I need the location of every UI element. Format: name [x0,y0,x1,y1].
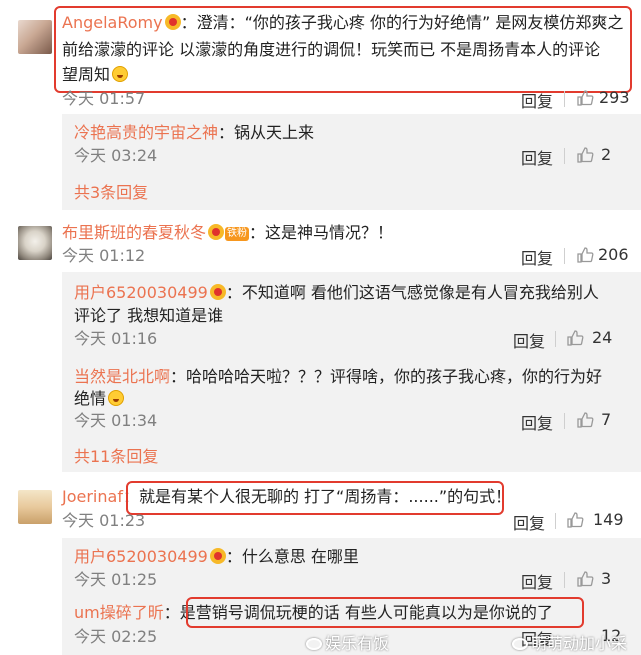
reply-text-end: 绝情 [74,388,125,410]
reply-button[interactable]: 回复 [521,88,553,112]
reply-line: 用户6520030499 ：不知道啊 看他们这语气感觉像是有人冒充我给别人 [74,283,599,302]
thumbs-up-icon[interactable] [566,511,584,529]
thumbs-up-icon[interactable] [576,411,594,429]
avatar[interactable] [18,226,52,260]
reply-text: 哈哈哈哈天啦？？？评得啥，你的孩子我心疼，你的行为好 [186,367,603,386]
like-count: 7 [601,410,612,429]
reply-text: 评论了 我想知道是谁 [74,306,224,325]
reply-line: 用户6520030499 ：什么意思 在哪里 [74,547,359,566]
timestamp: 今天 01:57 [62,89,146,108]
username-link[interactable]: um操碎了昕 [74,603,164,622]
reply-text: 锅从天上来 [234,123,315,142]
comment-line: 布里斯班的春夏秋冬 铁粉 ：这是神马情况？！ [62,223,394,242]
thumbs-up-icon[interactable] [576,89,594,107]
like-count: 3 [601,569,612,588]
timestamp: 今天 01:23 [62,511,146,530]
username-link[interactable]: 布里斯班的春夏秋冬 [62,223,206,242]
fan-badge: 铁粉 [225,227,250,241]
reply-line: 当然是北北啊：哈哈哈哈天啦？？？评得啥，你的孩子我心疼，你的行为好 [74,367,603,386]
watermark-left: 娱乐有饭 [306,630,389,654]
emoji-icon [108,390,125,406]
thumbs-up-icon[interactable] [576,146,594,164]
thumbs-up-icon[interactable] [576,570,594,588]
watermark-right: 萌萌动加小采 [512,630,627,654]
reply-line: 冷艳高贵的宇宙之神：锅从天上来 [74,123,315,142]
view-more-replies-link[interactable]: 共3条回复 [74,182,148,204]
vip-badge-icon [208,224,225,240]
vip-badge-icon [209,284,226,300]
username-link[interactable]: 当然是北北啊 [74,367,170,386]
avatar[interactable] [18,490,52,524]
reply-button[interactable]: 回复 [521,145,553,169]
divider [555,331,556,347]
timestamp: 今天 01:12 [62,246,146,265]
username-link[interactable]: Joerinaf [62,487,123,506]
reply-button[interactable]: 回复 [513,510,545,534]
like-count: 293 [599,88,630,107]
highlight-box [126,481,504,515]
like-count: 206 [598,245,629,264]
username-link[interactable]: 冷艳高贵的宇宙之神 [74,123,218,142]
timestamp: 今天 01:34 [74,411,158,430]
weibo-logo-icon [512,638,528,650]
weibo-logo-icon [306,638,322,650]
reply-text: 什么意思 在哪里 [241,547,359,566]
like-count: 149 [593,510,624,529]
reply-button[interactable]: 回复 [513,328,545,352]
username-link[interactable]: 用户6520030499 [74,547,208,566]
avatar[interactable] [18,20,52,54]
reply-button[interactable]: 回复 [521,245,553,269]
divider [564,248,565,264]
thumbs-up-icon[interactable] [576,246,594,264]
timestamp: 今天 02:25 [74,627,158,646]
reply-button[interactable]: 回复 [521,569,553,593]
highlight-box [54,6,632,93]
highlight-box [186,597,584,628]
like-count: 24 [592,328,613,347]
timestamp: 今天 03:24 [74,146,158,165]
divider [564,148,565,164]
username-link[interactable]: 用户6520030499 [74,283,208,302]
vip-badge-icon [209,548,226,564]
divider [564,572,565,588]
divider [555,513,556,529]
reply-text: 不知道啊 看他们这语气感觉像是有人冒充我给别人 [241,283,599,302]
timestamp: 今天 01:25 [74,570,158,589]
divider [564,413,565,429]
comment-text: 这是神马情况？！ [265,223,394,242]
divider [564,91,565,107]
reply-button[interactable]: 回复 [521,410,553,434]
like-count: 2 [601,145,612,164]
timestamp: 今天 01:16 [74,329,158,348]
thumbs-up-icon[interactable] [566,329,584,347]
view-more-replies-link[interactable]: 共11条回复 [74,446,158,468]
